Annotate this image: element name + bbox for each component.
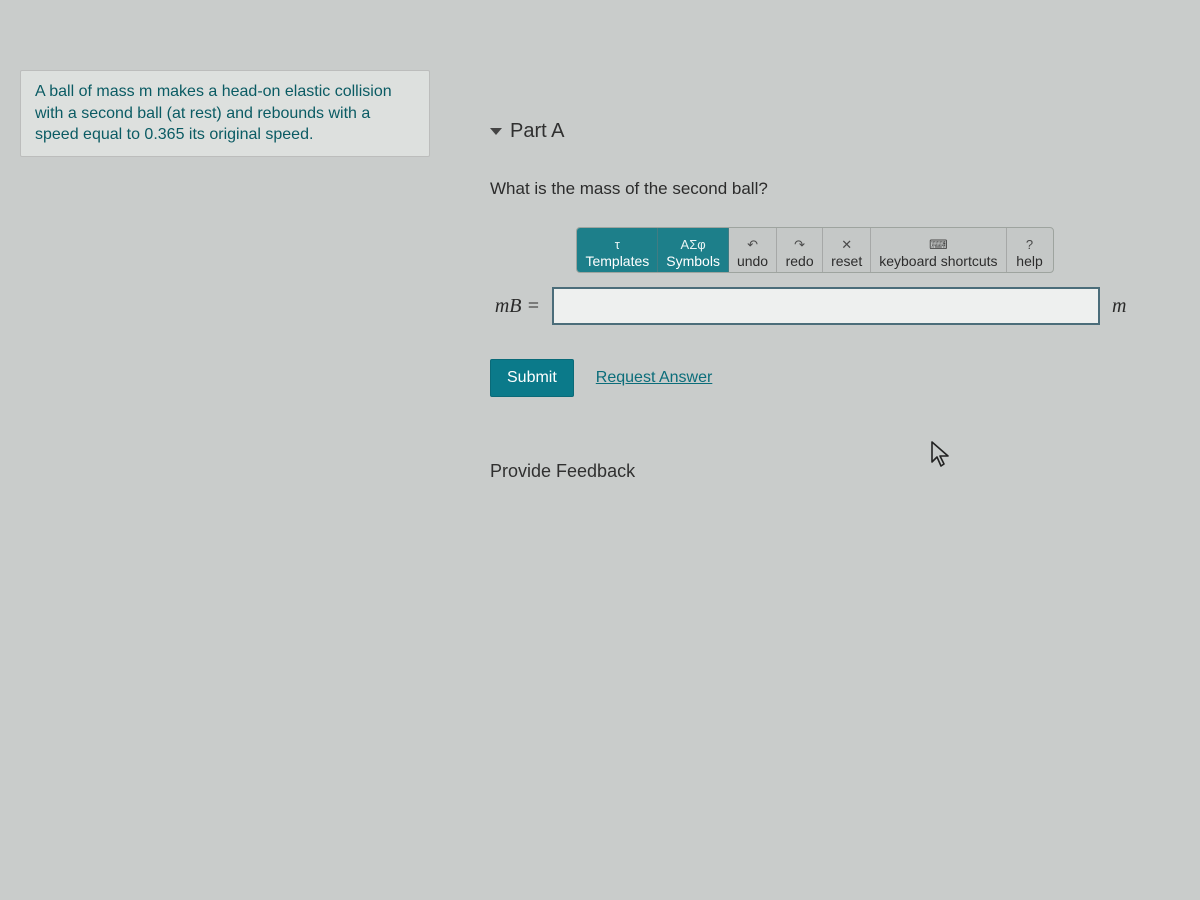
equation-toolbar: τ Templates ΑΣφ Symbols ↶ undo ↷ redo bbox=[576, 227, 1053, 273]
reset-icon: ✕ bbox=[841, 238, 852, 254]
toolbar-label: reset bbox=[831, 254, 862, 269]
toolbar-label: help bbox=[1016, 254, 1042, 269]
part-label: Part A bbox=[510, 120, 564, 143]
question-text: What is the mass of the second ball? bbox=[490, 179, 1140, 199]
redo-icon: ↷ bbox=[794, 238, 805, 254]
request-answer-link[interactable]: Request Answer bbox=[596, 369, 713, 387]
toolbar-symbols-button[interactable]: ΑΣφ Symbols bbox=[658, 228, 729, 272]
toolbar-undo-button[interactable]: ↶ undo bbox=[729, 228, 777, 272]
answer-area: τ Templates ΑΣφ Symbols ↶ undo ↷ redo bbox=[490, 227, 1140, 325]
templates-icon: τ bbox=[615, 238, 620, 254]
provide-feedback-link[interactable]: Provide Feedback bbox=[490, 461, 1140, 482]
toolbar-label: Symbols bbox=[666, 254, 720, 269]
problem-statement: A ball of mass m makes a head-on elastic… bbox=[20, 70, 430, 157]
chevron-down-icon bbox=[490, 128, 502, 135]
toolbar-label: keyboard shortcuts bbox=[879, 254, 997, 269]
keyboard-icon: ⌨ bbox=[929, 238, 948, 254]
toolbar-label: Templates bbox=[585, 254, 649, 269]
toolbar-keyboard-button[interactable]: ⌨ keyboard shortcuts bbox=[871, 228, 1006, 272]
help-icon: ? bbox=[1026, 238, 1033, 254]
unit-label: m bbox=[1112, 295, 1140, 318]
toolbar-help-button[interactable]: ? help bbox=[1007, 228, 1053, 272]
undo-icon: ↶ bbox=[747, 238, 758, 254]
toolbar-reset-button[interactable]: ✕ reset bbox=[823, 228, 871, 272]
toolbar-label: undo bbox=[737, 254, 768, 269]
toolbar-redo-button[interactable]: ↷ redo bbox=[777, 228, 823, 272]
answer-input[interactable] bbox=[552, 287, 1100, 325]
toolbar-templates-button[interactable]: τ Templates bbox=[577, 228, 658, 272]
toolbar-label: redo bbox=[786, 254, 814, 269]
symbols-icon: ΑΣφ bbox=[681, 238, 706, 254]
part-header[interactable]: Part A bbox=[490, 120, 1140, 143]
submit-button[interactable]: Submit bbox=[490, 359, 574, 397]
variable-label: mB = bbox=[490, 295, 540, 318]
